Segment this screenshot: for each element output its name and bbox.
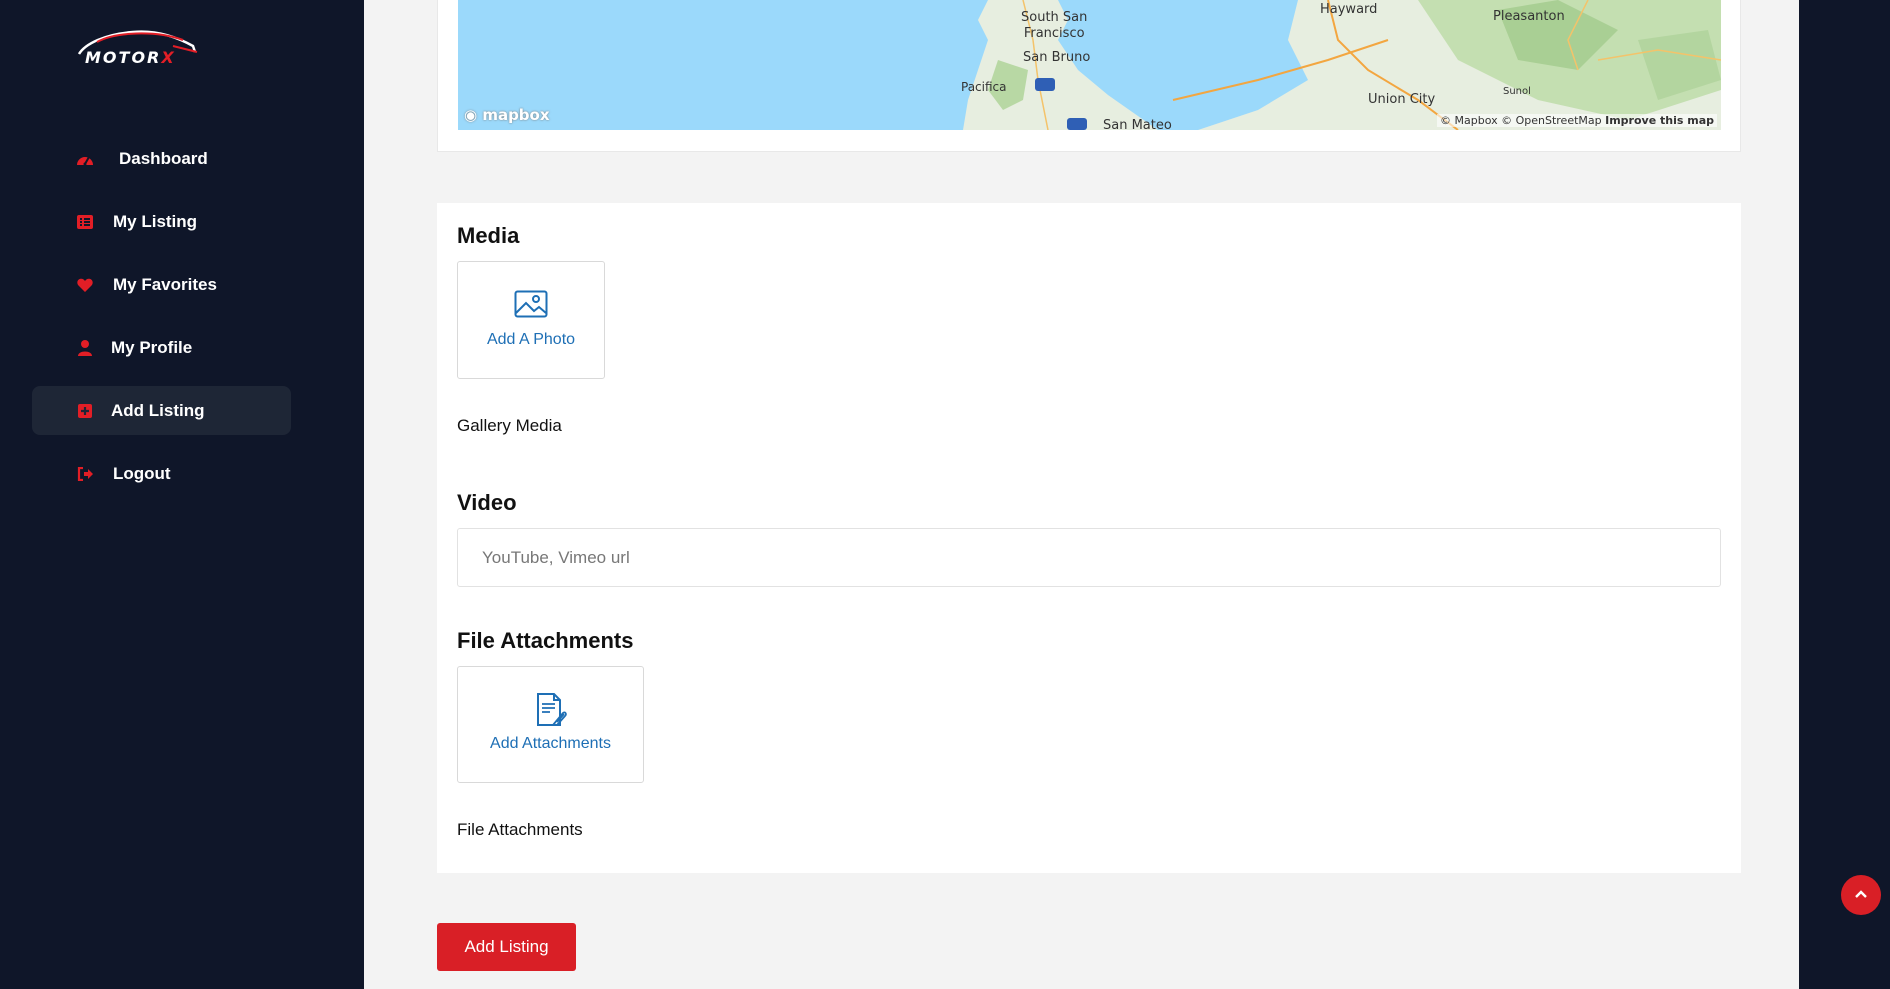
sidebar-item-label: Logout — [113, 463, 171, 483]
add-photo-button[interactable]: Add A Photo — [457, 261, 605, 379]
speedometer-icon — [76, 150, 94, 168]
user-icon — [76, 339, 94, 357]
image-icon — [514, 290, 548, 323]
add-listing-submit-button[interactable]: Add Listing — [437, 923, 576, 971]
map-label-pleasanton: Pleasanton — [1493, 9, 1565, 24]
improve-map-link[interactable]: Improve this map — [1605, 114, 1714, 127]
mapbox-logo[interactable]: ◉ mapbox — [464, 106, 550, 124]
map-label-pacifica: Pacifica — [961, 80, 1007, 94]
map-attribution[interactable]: © Mapbox © OpenStreetMap Improve this ma… — [1437, 114, 1717, 127]
document-attachment-icon — [535, 692, 567, 733]
add-attachments-button[interactable]: Add Attachments — [457, 666, 644, 783]
media-card: Media Add A Photo Gallery Media Video Fi… — [437, 203, 1741, 873]
plus-square-icon — [76, 402, 94, 420]
list-icon — [76, 213, 94, 231]
sidebar-item-my-favorites[interactable]: My Favorites — [32, 260, 291, 309]
sidebar-item-label: My Profile — [111, 337, 193, 357]
gallery-media-label: Gallery Media — [457, 416, 562, 435]
chevron-up-icon — [1854, 886, 1868, 904]
video-title: Video — [457, 490, 517, 515]
sidebar-item-my-profile[interactable]: My Profile — [32, 323, 291, 372]
sidebar-item-logout[interactable]: Logout — [32, 449, 291, 498]
logo[interactable]: MOTORX — [75, 26, 200, 70]
sidebar-item-my-listing[interactable]: My Listing — [32, 197, 291, 246]
sidebar-item-dashboard[interactable]: Dashboard — [32, 134, 291, 183]
sidebar-nav: Dashboard My Listing My Favorites My Pro… — [32, 134, 291, 512]
file-attachments-title: File Attachments — [457, 628, 634, 653]
sidebar: MOTORX Dashboard My Listing My Favorites… — [0, 0, 364, 989]
video-url-input[interactable] — [457, 528, 1721, 587]
sidebar-item-label: Add Listing — [111, 400, 205, 420]
map[interactable]: South San Francisco San Bruno Pacifica H… — [458, 0, 1721, 130]
heart-icon — [76, 276, 94, 294]
scroll-to-top-button[interactable] — [1841, 875, 1881, 915]
map-label-south-san-francisco: South San Francisco — [1021, 10, 1088, 41]
file-attachments-label: File Attachments — [457, 820, 583, 839]
map-label-sunol: Sunol — [1503, 86, 1531, 97]
media-title: Media — [457, 223, 520, 248]
map-label-union-city: Union City — [1368, 92, 1436, 107]
location-card: South San Francisco San Bruno Pacifica H… — [437, 0, 1741, 152]
map-label-san-mateo: San Mateo — [1103, 118, 1172, 130]
logout-icon — [76, 465, 94, 483]
main-content: South San Francisco San Bruno Pacifica H… — [364, 0, 1799, 989]
right-border — [1799, 0, 1890, 989]
add-photo-label: Add A Photo — [486, 331, 576, 348]
sidebar-item-add-listing[interactable]: Add Listing — [32, 386, 291, 435]
sidebar-item-label: My Listing — [113, 211, 198, 231]
sidebar-item-label: My Favorites — [113, 274, 217, 294]
logo-text: MOTORX — [85, 48, 176, 67]
add-attachments-label: Add Attachments — [490, 735, 611, 752]
map-label-hayward: Hayward — [1320, 2, 1378, 17]
sidebar-item-label: Dashboard — [119, 148, 208, 168]
map-label-san-bruno: San Bruno — [1023, 50, 1091, 65]
